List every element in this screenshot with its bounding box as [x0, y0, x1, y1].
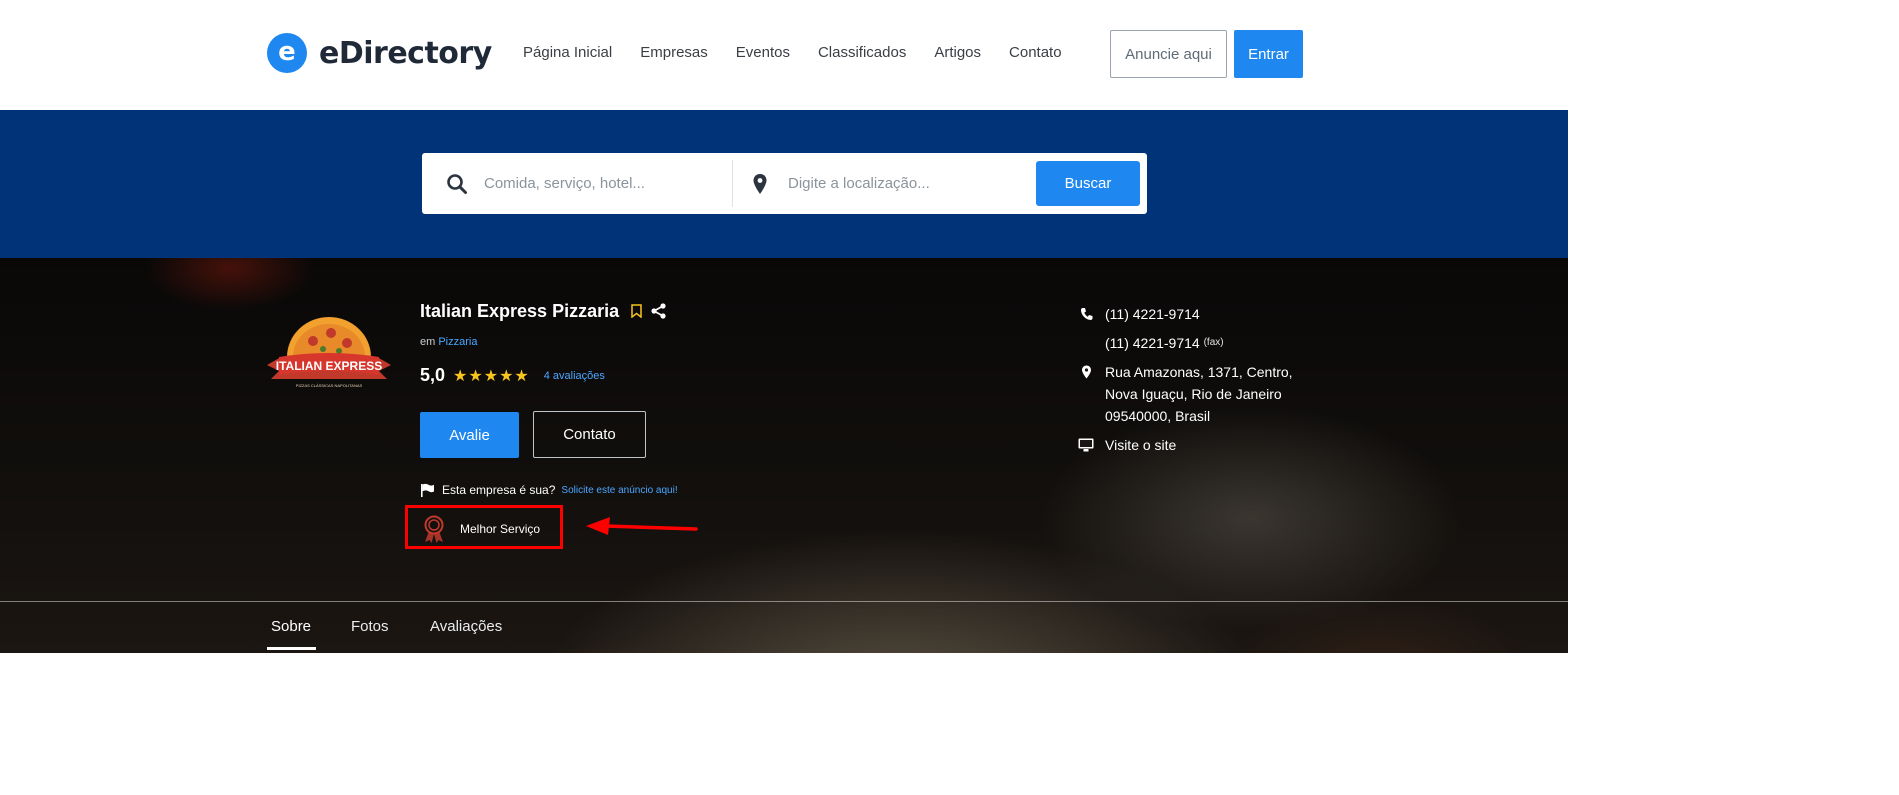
listing-hero: ITALIAN EXPRESS PIZZAS CLÁSSICAS NAPOLIT… [0, 258, 1568, 653]
claim-listing: Esta empresa é sua? Solicite este anúnci… [420, 483, 678, 497]
contact-button[interactable]: Contato [533, 411, 646, 458]
nav-item-articles[interactable]: Artigos [934, 44, 981, 61]
tab-reviews[interactable]: Avaliações [430, 618, 502, 635]
fax-number: (11) 4221-9714 [1105, 335, 1200, 351]
business-name: Italian Express Pizzaria [420, 301, 620, 321]
category-prefix: em [420, 336, 436, 348]
claim-link[interactable]: Solicite este anúncio aqui! [561, 485, 677, 496]
keyword-search-input[interactable] [482, 163, 722, 203]
tab-about[interactable]: Sobre [271, 618, 311, 635]
nav-item-companies[interactable]: Empresas [640, 44, 708, 61]
rate-button[interactable]: Avalie [420, 412, 519, 458]
best-service-badge-label: Melhor Serviço [460, 522, 541, 536]
tab-photos[interactable]: Fotos [351, 618, 389, 635]
location-search-input[interactable] [786, 163, 1026, 203]
logo-mark-icon: e [267, 33, 307, 73]
site-header: e eDirectory Página Inicial Empresas Eve… [0, 0, 1568, 110]
phone-icon [1080, 308, 1093, 320]
search-band: Buscar [0, 110, 1568, 258]
fax-row: (11) 4221-9714 (fax) [1080, 332, 1320, 354]
flag-icon [421, 483, 434, 497]
location-pin-icon [1082, 365, 1091, 379]
red-arrow-annotation [586, 517, 698, 535]
contact-info: (11) 4221-9714 (11) 4221-9714 (fax) Rua … [1078, 303, 1320, 456]
location-pin-icon [753, 174, 767, 194]
website-link[interactable]: Visite o site [1105, 437, 1176, 453]
nav-item-contact[interactable]: Contato [1009, 44, 1062, 61]
phone-row[interactable]: (11) 4221-9714 [1080, 303, 1320, 325]
hero-overlay [0, 258, 1568, 653]
best-service-badge-highlight: Melhor Serviço [405, 505, 563, 549]
claim-question: Esta empresa é sua? [442, 483, 556, 497]
rating-value: 5,0 [420, 365, 446, 385]
active-tab-indicator [267, 647, 316, 650]
login-button[interactable]: Entrar [1234, 30, 1303, 78]
business-logo: ITALIAN EXPRESS PIZZAS CLÁSSICAS NAPOLIT… [267, 317, 391, 388]
logo-text: eDirectory [319, 35, 492, 71]
site-logo[interactable]: e eDirectory [267, 33, 492, 73]
bookmark-icon[interactable] [631, 304, 642, 318]
share-icon[interactable] [651, 303, 666, 319]
rating-row: 5,0 ★★★★★ 4 avaliações [420, 365, 605, 386]
advertise-button[interactable]: Anuncie aqui [1110, 30, 1227, 78]
nav-item-events[interactable]: Eventos [736, 44, 790, 61]
rating-stars: ★★★★★ [453, 367, 530, 385]
fax-label: (fax) [1203, 337, 1224, 348]
address-row: Rua Amazonas, 1371, Centro, Nova Iguaçu,… [1080, 361, 1320, 427]
category-link[interactable]: Pizzaria [438, 336, 477, 348]
nav-item-home[interactable]: Página Inicial [523, 44, 612, 61]
business-logo-subtext: PIZZAS CLÁSSICAS NAPOLITANAS [296, 383, 363, 388]
address-line-2: Nova Iguaçu, Rio de Janeiro [1105, 386, 1282, 402]
business-logo-text: ITALIAN EXPRESS [276, 359, 382, 373]
category-line: em Pizzaria [420, 336, 477, 348]
website-row[interactable]: Visite o site [1078, 434, 1320, 456]
phone-number: (11) 4221-9714 [1105, 306, 1200, 322]
monitor-icon [1078, 438, 1094, 452]
main-nav: Página Inicial Empresas Eventos Classifi… [523, 44, 1090, 61]
tabs-divider [0, 601, 1568, 602]
search-box: Buscar [422, 153, 1147, 214]
address-line-3: 09540000, Brasil [1105, 408, 1211, 424]
search-icon [447, 174, 467, 194]
search-divider [732, 160, 733, 207]
reviews-count-link[interactable]: 4 avaliações [544, 370, 605, 382]
address-line-1: Rua Amazonas, 1371, Centro, [1105, 364, 1293, 380]
search-button[interactable]: Buscar [1036, 161, 1140, 206]
nav-item-classifieds[interactable]: Classificados [818, 44, 906, 61]
award-ribbon-icon [424, 515, 444, 543]
